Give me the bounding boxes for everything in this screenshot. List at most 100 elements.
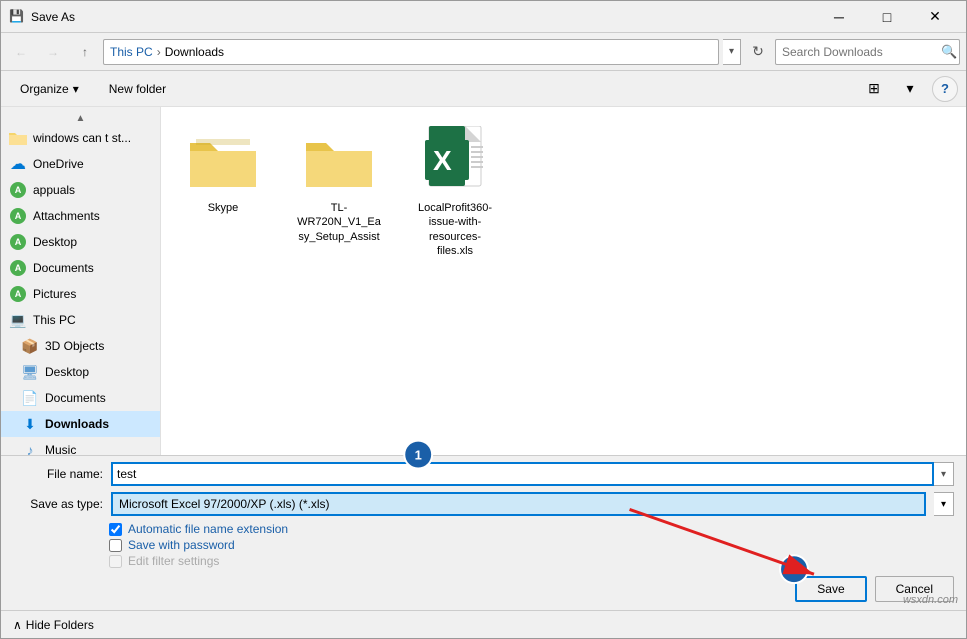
sidebar-item-attachments[interactable]: A Attachments: [1, 203, 160, 229]
filename-input-wrapper: ▾: [111, 462, 954, 486]
attachments-icon: A: [9, 207, 27, 225]
minimize-button[interactable]: ─: [816, 2, 862, 32]
forward-button[interactable]: →: [39, 38, 67, 66]
sidebar-item-music[interactable]: ♪ Music: [1, 437, 160, 455]
refresh-button[interactable]: ↻: [745, 39, 771, 65]
search-icon: 🔍: [941, 44, 957, 60]
skype-label: Skype: [208, 201, 239, 215]
sidebar-item-documents2[interactable]: 📄 Documents: [1, 385, 160, 411]
localprofit360-label: LocalProfit360-issue-with-resources-file…: [411, 201, 499, 258]
tl-wr720n-label: TL-WR720N_V1_Easy_Setup_Assist: [295, 201, 383, 244]
filename-label: File name:: [13, 467, 103, 481]
thispc-icon: 💻: [9, 311, 27, 329]
organize-arrow: ▾: [73, 82, 79, 96]
saveastype-dropdown-arrow[interactable]: ▾: [934, 492, 954, 516]
sidebar-item-label-onedrive: OneDrive: [33, 157, 84, 171]
file-item-tl-wr720n[interactable]: TL-WR720N_V1_Easy_Setup_Assist: [289, 119, 389, 264]
auto-extension-checkbox[interactable]: [109, 523, 122, 536]
sidebar-item-label-documents: Documents: [33, 261, 94, 275]
breadcrumb[interactable]: This PC › Downloads: [103, 39, 719, 65]
sidebar-item-label-appuals: appuals: [33, 183, 75, 197]
filename-input[interactable]: [111, 462, 934, 486]
tl-wr720n-folder-icon: [304, 125, 374, 195]
sidebar-item-label-music: Music: [45, 443, 76, 455]
breadcrumb-downloads[interactable]: Downloads: [165, 45, 224, 59]
save-with-password-label: Save with password: [128, 538, 235, 552]
breadcrumb-separator: ›: [157, 45, 161, 59]
save-button[interactable]: Save: [795, 576, 866, 602]
music-icon: ♪: [21, 441, 39, 455]
svg-text:X: X: [433, 145, 452, 176]
sidebar-item-label-desktop2: Desktop: [45, 365, 89, 379]
help-button[interactable]: ?: [932, 76, 958, 102]
hide-folders-label: Hide Folders: [26, 618, 94, 632]
close-button[interactable]: ✕: [912, 2, 958, 32]
file-item-localprofit360[interactable]: X LocalProfit360-issue-with-resources-fi…: [405, 119, 505, 264]
saveastype-value: Microsoft Excel 97/2000/XP (.xls) (*.xls…: [119, 497, 330, 511]
skype-folder-icon: [188, 125, 258, 195]
sidebar-item-pictures[interactable]: A Pictures: [1, 281, 160, 307]
view-dropdown-button[interactable]: ▾: [896, 76, 924, 102]
auto-extension-checkbox-row[interactable]: Automatic file name extension: [109, 522, 858, 536]
sidebar-item-documents[interactable]: A Documents: [1, 255, 160, 281]
sidebar-item-label-attachments: Attachments: [33, 209, 100, 223]
sidebar-item-appuals[interactable]: A appuals: [1, 177, 160, 203]
sidebar-item-desktop[interactable]: A Desktop: [1, 229, 160, 255]
downloads-icon: ⬇: [21, 415, 39, 433]
saveastype-dropdown-highlighted[interactable]: Microsoft Excel 97/2000/XP (.xls) (*.xls…: [111, 492, 926, 516]
sidebar-item-windows-cant-start[interactable]: windows can t st...: [1, 125, 160, 151]
sidebar-item-label-documents2: Documents: [45, 391, 106, 405]
sidebar-item-desktop2[interactable]: 🖥 Desktop: [1, 359, 160, 385]
hide-folders-button[interactable]: ∧ Hide Folders: [13, 618, 94, 632]
save-as-dialog: 💾 Save As ─ □ ✕ ← → ↑ This PC › Download…: [0, 0, 967, 639]
sidebar-item-label-windows-cant-start: windows can t st...: [33, 131, 131, 145]
sidebar-item-downloads[interactable]: ⬇ Downloads: [1, 411, 160, 437]
sidebar-item-label-downloads: Downloads: [45, 417, 109, 431]
save-type-row: Save as type: Microsoft Excel 97/2000/XP…: [1, 489, 966, 520]
file-area: Skype TL-WR720N_V1_Easy_Setup_Assist: [161, 107, 966, 455]
breadcrumb-this-pc[interactable]: This PC: [110, 45, 153, 59]
bottom-panel: File name: ▾ Save as type: Microsoft Exc…: [1, 455, 966, 610]
desktop2-icon: 🖥: [21, 363, 39, 381]
maximize-button[interactable]: □: [864, 2, 910, 32]
sidebar-item-3d-objects[interactable]: 📦 3D Objects: [1, 333, 160, 359]
edit-filter-checkbox-row: Edit filter settings: [109, 554, 858, 568]
watermark: wsxdn.com: [903, 594, 958, 606]
view-button[interactable]: ⊞: [860, 76, 888, 102]
auto-extension-label: Automatic file name extension: [128, 522, 288, 536]
file-item-skype[interactable]: Skype: [173, 119, 273, 264]
documents2-icon: 📄: [21, 389, 39, 407]
filename-dropdown-arrow[interactable]: ▾: [934, 462, 954, 486]
new-folder-label: New folder: [109, 82, 166, 96]
sidebar-item-label-this-pc: This PC: [33, 313, 76, 327]
address-dropdown-arrow[interactable]: ▾: [723, 39, 741, 65]
folder-icon: [9, 129, 27, 147]
action-buttons-row: Save Cancel: [1, 572, 966, 610]
address-bar: ← → ↑ This PC › Downloads ▾ ↻ 🔍: [1, 33, 966, 71]
edit-filter-checkbox: [109, 555, 122, 568]
localprofit360-file-icon: X: [420, 125, 490, 195]
sidebar-item-onedrive[interactable]: ☁ OneDrive: [1, 151, 160, 177]
organize-button[interactable]: Organize ▾: [9, 76, 90, 102]
documents-icon: A: [9, 259, 27, 277]
title-bar: 💾 Save As ─ □ ✕: [1, 1, 966, 33]
back-button[interactable]: ←: [7, 38, 35, 66]
toolbar: Organize ▾ New folder ⊞ ▾ ?: [1, 71, 966, 107]
window-controls: ─ □ ✕: [816, 2, 958, 32]
new-folder-button[interactable]: New folder: [98, 76, 177, 102]
sidebar-item-this-pc[interactable]: 💻 This PC: [1, 307, 160, 333]
search-box[interactable]: 🔍: [775, 39, 960, 65]
title-text: Save As: [31, 10, 816, 24]
onedrive-icon: ☁: [9, 155, 27, 173]
hide-folders-chevron: ∧: [13, 618, 22, 632]
scroll-up-indicator: ▲: [1, 111, 160, 125]
organize-label: Organize: [20, 82, 69, 96]
search-input[interactable]: [782, 45, 937, 59]
appuals-icon: A: [9, 181, 27, 199]
save-with-password-checkbox-row[interactable]: Save with password: [109, 538, 858, 552]
save-with-password-checkbox[interactable]: [109, 539, 122, 552]
up-button[interactable]: ↑: [71, 38, 99, 66]
main-content: ▲ windows can t st... ☁ OneDrive: [1, 107, 966, 455]
title-icon: 💾: [9, 9, 25, 25]
sidebar-item-label-desktop: Desktop: [33, 235, 77, 249]
